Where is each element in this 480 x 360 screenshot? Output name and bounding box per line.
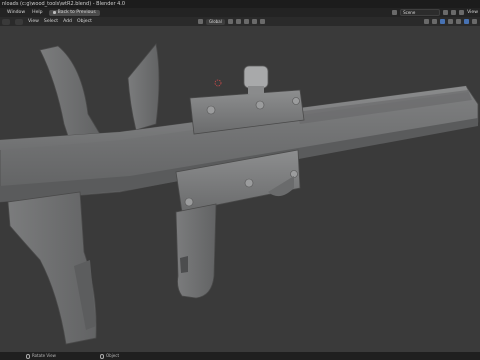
moving-lower-jaw[interactable] xyxy=(175,203,217,299)
screw-1 xyxy=(206,105,216,115)
copy-icon[interactable] xyxy=(443,10,449,15)
rotate-view-label: Rotate View xyxy=(32,353,56,358)
material-shading-icon[interactable] xyxy=(472,19,477,24)
top-menubar: Window Help Back to Previous Scene View xyxy=(0,8,480,17)
menu-help[interactable]: Help xyxy=(31,8,43,17)
status-object: Object xyxy=(100,352,119,360)
pivot-icon[interactable] xyxy=(227,19,233,24)
viewport-header: View Select Add Object Global xyxy=(0,17,480,26)
3d-viewport[interactable] xyxy=(0,26,480,352)
back-arrow-icon xyxy=(52,11,56,14)
screw-4 xyxy=(184,197,194,207)
xray-icon[interactable] xyxy=(448,19,453,24)
jaw-notch xyxy=(180,256,188,273)
proportional-edit-icon[interactable] xyxy=(251,19,257,24)
menu-select[interactable]: Select xyxy=(44,17,58,26)
back-to-previous-label: Back to Previous xyxy=(57,9,96,15)
menu-window[interactable]: Window xyxy=(6,8,26,17)
solid-shading-icon[interactable] xyxy=(464,19,469,24)
status-bar: Rotate View Object xyxy=(0,352,480,360)
back-to-previous-button[interactable]: Back to Previous xyxy=(48,9,100,16)
menu-view[interactable]: View xyxy=(28,17,39,26)
viewport-canvas[interactable] xyxy=(0,26,480,352)
visibility-icon[interactable] xyxy=(424,19,429,24)
middle-mouse-icon xyxy=(26,353,30,359)
screw-3 xyxy=(292,97,300,105)
menu-add[interactable]: Add xyxy=(63,17,72,26)
snap-target-icon[interactable] xyxy=(243,19,249,24)
window-titlebar: nloads (c:g\wood_tools\wtR2.blend) - Ble… xyxy=(0,0,480,8)
knob-stem xyxy=(248,86,264,94)
wireframe-shading-icon[interactable] xyxy=(456,19,461,24)
scene-controls: Scene View xyxy=(392,8,480,17)
overlay-icon[interactable] xyxy=(440,19,445,24)
view-layer-icon xyxy=(459,10,465,15)
status-rotate-view: Rotate View xyxy=(26,352,56,360)
menu-object[interactable]: Object xyxy=(77,17,92,26)
viewport-shading-controls xyxy=(424,17,477,26)
object-mode-button[interactable] xyxy=(15,18,23,25)
thumb-knob[interactable] xyxy=(243,65,269,89)
scene-selector[interactable]: Scene xyxy=(400,9,441,16)
gizmo-icon[interactable] xyxy=(432,19,437,24)
view-layer-label[interactable]: View xyxy=(467,8,478,17)
editor-type-button[interactable] xyxy=(2,18,10,25)
close-icon[interactable] xyxy=(451,10,457,15)
snap-icon[interactable] xyxy=(235,19,241,24)
orientation-icon xyxy=(198,19,203,24)
transform-orientation-dropdown[interactable]: Global xyxy=(206,18,225,25)
falloff-icon[interactable] xyxy=(259,19,265,24)
transform-controls: Global xyxy=(198,17,265,26)
screw-2 xyxy=(255,100,265,110)
window-title: nloads (c:g\wood_tools\wtR2.blend) - Ble… xyxy=(2,1,126,7)
object-label: Object xyxy=(106,353,120,358)
right-mouse-icon xyxy=(100,353,104,359)
screw-5 xyxy=(244,178,254,188)
scene-icon xyxy=(392,10,398,15)
